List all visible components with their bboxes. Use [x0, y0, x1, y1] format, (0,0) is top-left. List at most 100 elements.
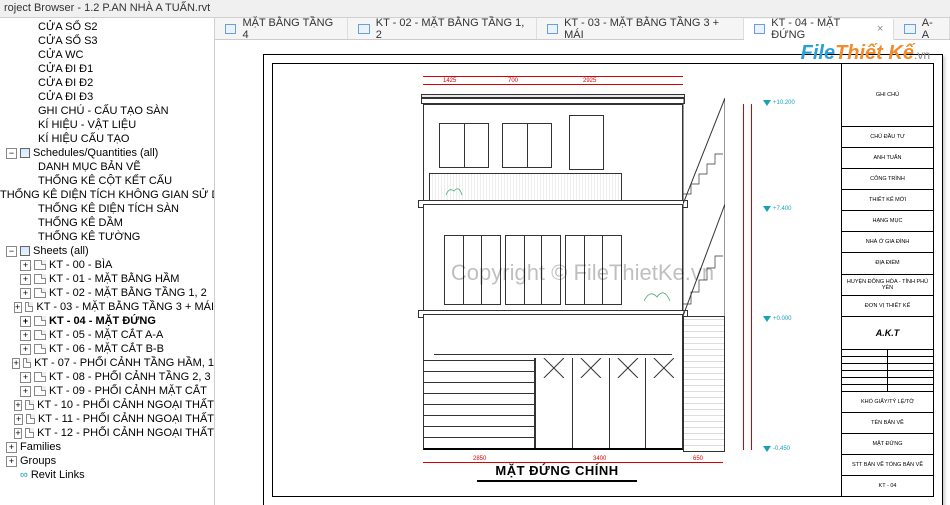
tb-cell: KT - 04 — [842, 476, 933, 496]
drawing-viewport[interactable]: 1425 700 2925 — [273, 64, 841, 496]
sheet-icon — [34, 316, 46, 326]
view-icon — [225, 24, 236, 34]
project-tree[interactable]: CỬA SỔ S2 CỬA SỔ S3 CỬA WC CỬA ĐI Đ1 CỬA… — [0, 18, 214, 484]
sheet-icon — [23, 358, 31, 368]
tree-item[interactable]: CỬA ĐI Đ1 — [0, 62, 214, 76]
tb-cell: TÊN BẢN VẼ — [842, 413, 933, 434]
tb-cell: THIẾT KẾ MỚI — [842, 190, 933, 211]
tree-sheet-item[interactable]: +KT - 05 - MẶT CẮT A-A — [0, 328, 214, 342]
tab[interactable]: MẶT BẰNG TẦNG 4 — [215, 18, 348, 39]
tab[interactable]: KT - 03 - MẶT BẰNG TẦNG 3 + MÁI — [537, 18, 744, 39]
expand-icon[interactable]: + — [20, 372, 31, 383]
tab[interactable]: A-A — [894, 18, 950, 39]
dimension-text: 2850 — [473, 456, 486, 462]
dimension-text: 1425 — [443, 78, 456, 84]
expand-icon[interactable]: + — [14, 400, 22, 411]
tree-category-schedules[interactable]: −Schedules/Quantities (all) — [0, 146, 214, 160]
expand-icon[interactable]: + — [6, 456, 17, 467]
tree-item[interactable]: THỐNG KÊ DIỆN TÍCH SÀN — [0, 202, 214, 216]
tab[interactable]: KT - 02 - MẶT BẰNG TẦNG 1, 2 — [348, 18, 536, 39]
tab-active[interactable]: KT - 04 - MẶT ĐỨNG× — [744, 19, 895, 40]
level-marker: +0.000 — [763, 316, 792, 322]
tree-sheet-item[interactable]: +KT - 01 - MẶT BẰNG HẦM — [0, 272, 214, 286]
tree-sheet-item[interactable]: +KT - 02 - MẶT BẰNG TẦNG 1, 2 — [0, 286, 214, 300]
tree-sheet-item[interactable]: +KT - 11 - PHỐI CẢNH NGOẠI THẤT — [0, 412, 214, 426]
tree-category-revit-links[interactable]: ∞Revit Links — [0, 468, 214, 482]
tree-sheet-item-active[interactable]: +KT - 04 - MẶT ĐỨNG — [0, 314, 214, 328]
tree-category-families[interactable]: +Families — [0, 440, 214, 454]
view-icon — [904, 24, 915, 34]
dimension-text: 650 — [693, 456, 703, 462]
sheet-icon — [34, 288, 46, 298]
sheet-icon — [34, 344, 46, 354]
expand-icon[interactable]: + — [20, 330, 31, 341]
tree-item[interactable]: THỐNG KÊ TƯỜNG — [0, 230, 214, 244]
sheet-icon — [34, 372, 46, 382]
view-tabs: MẶT BẰNG TẦNG 4 KT - 02 - MẶT BẰNG TẦNG … — [215, 18, 950, 40]
sheets-icon — [20, 246, 30, 256]
tree-item[interactable]: DANH MỤC BẢN VẼ — [0, 160, 214, 174]
expand-icon[interactable]: + — [14, 414, 22, 425]
expand-icon[interactable]: + — [20, 288, 31, 299]
tree-item[interactable]: CỬA SỔ S3 — [0, 34, 214, 48]
link-icon: ∞ — [20, 469, 28, 481]
collapse-icon[interactable]: − — [6, 148, 17, 159]
level-marker: -0.450 — [763, 446, 790, 452]
tree-item[interactable]: CỬA ĐI Đ3 — [0, 90, 214, 104]
tree-sheet-item[interactable]: +KT - 07 - PHỐI CẢNH TẦNG HẦM, 1 — [0, 356, 214, 370]
expand-icon[interactable]: + — [14, 428, 22, 439]
dimension-text: 2925 — [583, 78, 596, 84]
dimension-line — [743, 104, 744, 450]
tree-sheet-item[interactable]: +KT - 12 - PHỐI CẢNH NGOẠI THẤT — [0, 426, 214, 440]
close-icon[interactable]: × — [877, 23, 883, 35]
project-browser-panel[interactable]: CỬA SỔ S2 CỬA SỔ S3 CỬA WC CỬA ĐI Đ1 CỬA… — [0, 18, 215, 505]
tree-item[interactable]: KÍ HIỆU - VẬT LIỆU — [0, 118, 214, 132]
tree-item[interactable]: THỐNG KÊ DẦM — [0, 216, 214, 230]
title-underline — [477, 480, 637, 482]
tree-sheet-item[interactable]: +KT - 03 - MẶT BẰNG TẦNG 3 + MÁI — [0, 300, 214, 314]
sheet-icon — [25, 400, 34, 410]
expand-icon[interactable]: + — [20, 386, 31, 397]
view-icon — [547, 24, 559, 34]
expand-icon[interactable]: + — [6, 442, 17, 453]
level-marker: +7.400 — [763, 206, 792, 212]
tb-logo-cell: A.K.T — [842, 317, 933, 350]
drawing-canvas[interactable]: 1425 700 2925 — [215, 40, 950, 505]
expand-icon[interactable]: + — [20, 344, 31, 355]
tree-item[interactable]: THỐNG KÊ DIỆN TÍCH KHÔNG GIAN SỬ D — [0, 188, 214, 202]
level-marker: +10.200 — [763, 100, 795, 106]
tb-cell: ĐƠN VỊ THIẾT KẾ — [842, 296, 933, 317]
tree-category-groups[interactable]: +Groups — [0, 454, 214, 468]
expand-icon[interactable]: + — [20, 274, 31, 285]
tree-item[interactable]: CỬA ĐI Đ2 — [0, 76, 214, 90]
tb-cell: MẶT ĐỨNG — [842, 434, 933, 455]
expand-icon[interactable]: + — [20, 316, 31, 327]
tree-sheet-item[interactable]: +KT - 10 - PHỐI CẢNH NGOẠI THẤT — [0, 398, 214, 412]
tree-item[interactable]: CỬA SỔ S2 — [0, 20, 214, 34]
sheet-icon — [34, 330, 46, 340]
tree-item[interactable]: GHI CHÚ - CẤU TẠO SÀN — [0, 104, 214, 118]
tree-category-sheets[interactable]: −Sheets (all) — [0, 244, 214, 258]
expand-icon[interactable]: + — [12, 358, 20, 369]
tb-cell: NHÀ Ở GIA ĐÌNH — [842, 232, 933, 253]
tb-cell: CÔNG TRÌNH — [842, 169, 933, 190]
drawing-title: MẶT ĐỨNG CHÍNH — [495, 463, 618, 478]
tree-item[interactable]: KÍ HIỆU CẤU TẠO — [0, 132, 214, 146]
expand-icon[interactable]: + — [20, 260, 31, 271]
tb-cell: STT BẢN VẼ TỔNG BẢN VẼ — [842, 455, 933, 476]
tree-sheet-item[interactable]: +KT - 09 - PHỐI CẢNH MẶT CẮT — [0, 384, 214, 398]
tree-sheet-item[interactable]: +KT - 08 - PHỐI CẢNH TẦNG 2, 3 — [0, 370, 214, 384]
tb-cell: ĐỊA ĐIỂM — [842, 253, 933, 274]
dimension-text: 3400 — [593, 456, 606, 462]
elevation-drawing — [423, 104, 683, 450]
tree-item[interactable]: THỐNG KÊ CỘT KẾT CẤU — [0, 174, 214, 188]
tree-sheet-item[interactable]: +KT - 06 - MẶT CẮT B-B — [0, 342, 214, 356]
tree-sheet-item[interactable]: +KT - 00 - BÌA — [0, 258, 214, 272]
sheet-icon — [34, 260, 46, 270]
sheet-icon — [34, 274, 46, 284]
expand-icon[interactable]: + — [14, 302, 22, 313]
tb-cell: HẠNG MỤC — [842, 211, 933, 232]
tb-cell: KHỔ GIẤY/TỶ LỆ/TỜ — [842, 392, 933, 413]
collapse-icon[interactable]: − — [6, 246, 17, 257]
tree-item[interactable]: CỬA WC — [0, 48, 214, 62]
